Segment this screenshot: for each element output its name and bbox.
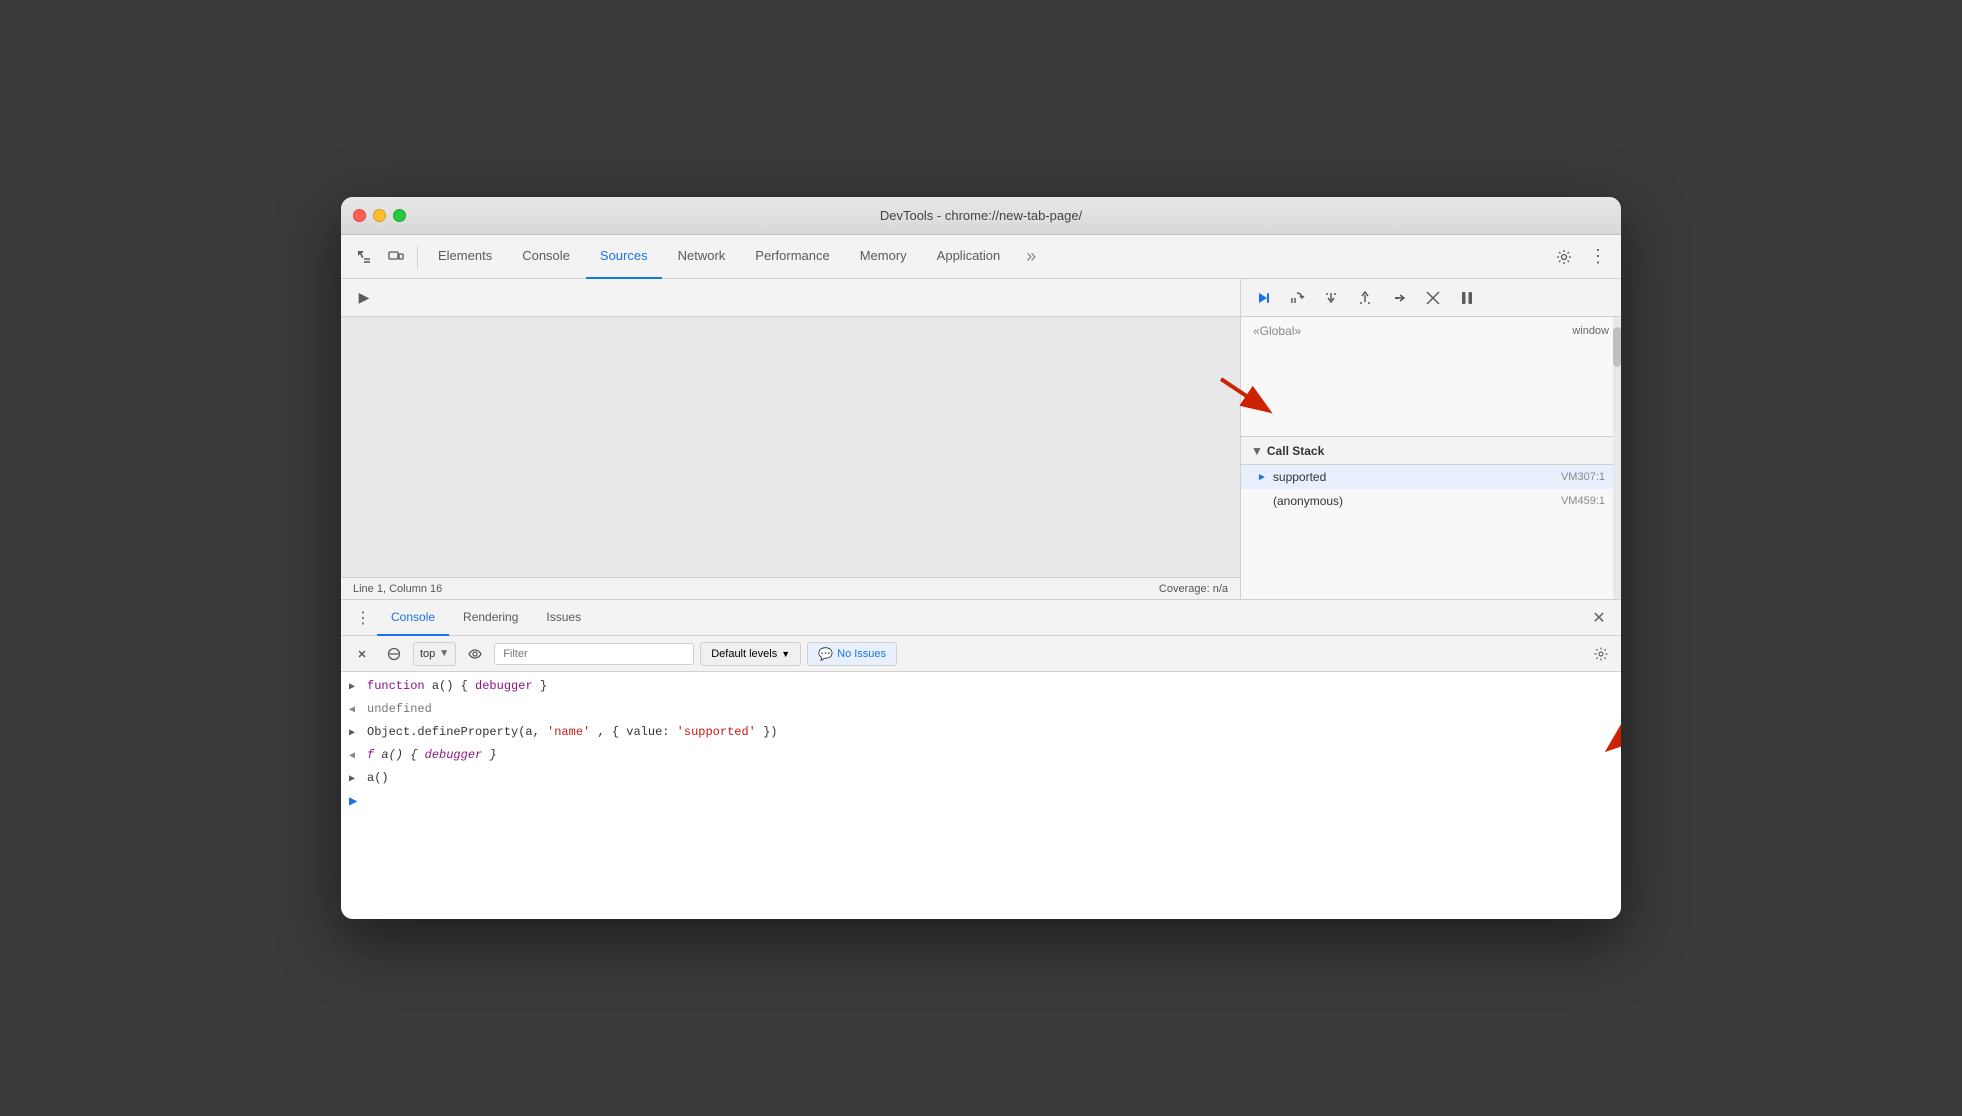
- console-filter-input[interactable]: [494, 643, 694, 665]
- context-label: top: [420, 648, 435, 660]
- devtools-body: ▶ Line 1, Column 16 Coverage: n/a: [341, 279, 1621, 919]
- deactivate-breakpoints-button[interactable]: [1419, 284, 1447, 312]
- console-return-icon-1: ◀: [349, 702, 359, 720]
- console-tab-rendering[interactable]: Rendering: [449, 600, 532, 636]
- console-tab-console[interactable]: Console: [377, 600, 449, 636]
- debugger-panel: «Global» window ▼ Call Stack ► supporte: [1241, 279, 1621, 599]
- console-line-5: ▶ a(): [341, 768, 1621, 791]
- call-stack-title: Call Stack: [1267, 444, 1324, 458]
- step-button[interactable]: [1385, 284, 1413, 312]
- console-clear-button[interactable]: [349, 641, 375, 667]
- console-tab-issues[interactable]: Issues: [532, 600, 595, 636]
- call-stack-toggle-icon: ▼: [1251, 444, 1263, 458]
- console-prompt-icon: ▶: [349, 793, 357, 811]
- debugger-toolbar: [1241, 279, 1621, 317]
- close-button[interactable]: [353, 209, 366, 222]
- console-expand-icon-5[interactable]: ▶: [349, 771, 359, 789]
- title-bar: DevTools - chrome://new-tab-page/: [341, 197, 1621, 235]
- call-stack-fn-name: supported: [1273, 470, 1326, 484]
- coverage-status: Coverage: n/a: [1159, 583, 1228, 595]
- console-close-button[interactable]: ✕: [1585, 604, 1613, 632]
- console-prompt-space: [365, 793, 372, 811]
- console-input-line: ▶: [341, 791, 1621, 813]
- call-stack-item-supported[interactable]: ► supported VM307:1: [1241, 465, 1621, 489]
- console-settings-button[interactable]: [1589, 642, 1613, 666]
- tab-network[interactable]: Network: [664, 235, 740, 279]
- sources-panel: ▶ Line 1, Column 16 Coverage: n/a: [341, 279, 1241, 599]
- scrollbar-thumb: [1613, 327, 1621, 367]
- tab-application[interactable]: Application: [923, 235, 1015, 279]
- tab-sources[interactable]: Sources: [586, 235, 662, 279]
- sources-editor-area: [341, 317, 1240, 577]
- console-line-2: ◀ undefined: [341, 699, 1621, 722]
- tab-performance[interactable]: Performance: [741, 235, 843, 279]
- scope-section: «Global» window: [1241, 317, 1621, 437]
- context-selector[interactable]: top ▼: [413, 642, 456, 666]
- call-stack-header[interactable]: ▼ Call Stack: [1241, 437, 1621, 465]
- toolbar-separator-1: [417, 245, 418, 269]
- no-issues-button[interactable]: 💬 No Issues: [807, 642, 897, 666]
- call-stack-fn-loc-2: VM459:1: [1561, 495, 1605, 507]
- call-stack-item-anonymous[interactable]: (anonymous) VM459:1: [1241, 489, 1621, 513]
- console-return-icon-2: ◀: [349, 748, 359, 766]
- devtools-window: DevTools - chrome://new-tab-page/ Elemen…: [341, 197, 1621, 919]
- more-tabs-button[interactable]: »: [1016, 242, 1046, 272]
- tab-memory[interactable]: Memory: [846, 235, 921, 279]
- no-issues-icon: 💬: [818, 647, 833, 661]
- step-into-button[interactable]: [1317, 284, 1345, 312]
- settings-button[interactable]: [1549, 242, 1579, 272]
- console-tab-more-button[interactable]: ⋮: [349, 604, 377, 632]
- console-expand-icon-1[interactable]: ▶: [349, 679, 359, 697]
- devtools-toolbar: Elements Console Sources Network Perform…: [341, 235, 1621, 279]
- step-out-button[interactable]: [1351, 284, 1379, 312]
- right-scrollbar[interactable]: [1613, 317, 1621, 599]
- call-stack-fn-loc: VM307:1: [1561, 471, 1605, 483]
- active-frame-icon: ►: [1257, 472, 1267, 483]
- toolbar-right: ⋮: [1549, 242, 1613, 272]
- pause-on-exceptions-button[interactable]: [1453, 284, 1481, 312]
- tab-console[interactable]: Console: [508, 235, 584, 279]
- scope-global-item: «Global» window: [1241, 321, 1621, 341]
- minimize-button[interactable]: [373, 209, 386, 222]
- tab-elements[interactable]: Elements: [424, 235, 506, 279]
- levels-dropdown-icon: ▼: [781, 649, 790, 659]
- toggle-sidebar-button[interactable]: ▶: [349, 283, 379, 313]
- console-line-1: ▶ function a() { debugger }: [341, 676, 1621, 699]
- sources-toolbar: ▶: [341, 279, 1240, 317]
- cursor-position: Line 1, Column 16: [353, 583, 442, 595]
- context-dropdown-icon: ▼: [439, 648, 449, 659]
- default-levels-button[interactable]: Default levels ▼: [700, 642, 801, 666]
- console-toolbar: top ▼ Default levels ▼: [341, 636, 1621, 672]
- console-tabs: ⋮ Console Rendering Issues ✕: [341, 600, 1621, 636]
- traffic-lights: [353, 209, 406, 222]
- device-toolbar-button[interactable]: [381, 242, 411, 272]
- console-block-button[interactable]: [381, 641, 407, 667]
- resume-button[interactable]: [1249, 284, 1277, 312]
- console-eye-button[interactable]: [462, 641, 488, 667]
- console-output: ▶ function a() { debugger } ◀ undefined …: [341, 672, 1621, 919]
- console-line-4: ◀ f a() { debugger }: [341, 745, 1621, 768]
- console-line-3: ▶ Object.defineProperty(a, 'name' , { va…: [341, 722, 1621, 745]
- fullscreen-button[interactable]: [393, 209, 406, 222]
- call-stack-fn-name-2: (anonymous): [1273, 494, 1343, 508]
- call-stack-section: ▼ Call Stack ► supported VM307:1: [1241, 437, 1621, 599]
- window-title: DevTools - chrome://new-tab-page/: [880, 208, 1082, 223]
- console-expand-icon-3[interactable]: ▶: [349, 725, 359, 743]
- step-over-button[interactable]: [1283, 284, 1311, 312]
- more-options-button[interactable]: ⋮: [1583, 242, 1613, 272]
- status-bar: Line 1, Column 16 Coverage: n/a: [341, 577, 1240, 599]
- inspect-element-button[interactable]: [349, 242, 379, 272]
- console-panel: ⋮ Console Rendering Issues ✕: [341, 599, 1621, 919]
- main-content: ▶ Line 1, Column 16 Coverage: n/a: [341, 279, 1621, 599]
